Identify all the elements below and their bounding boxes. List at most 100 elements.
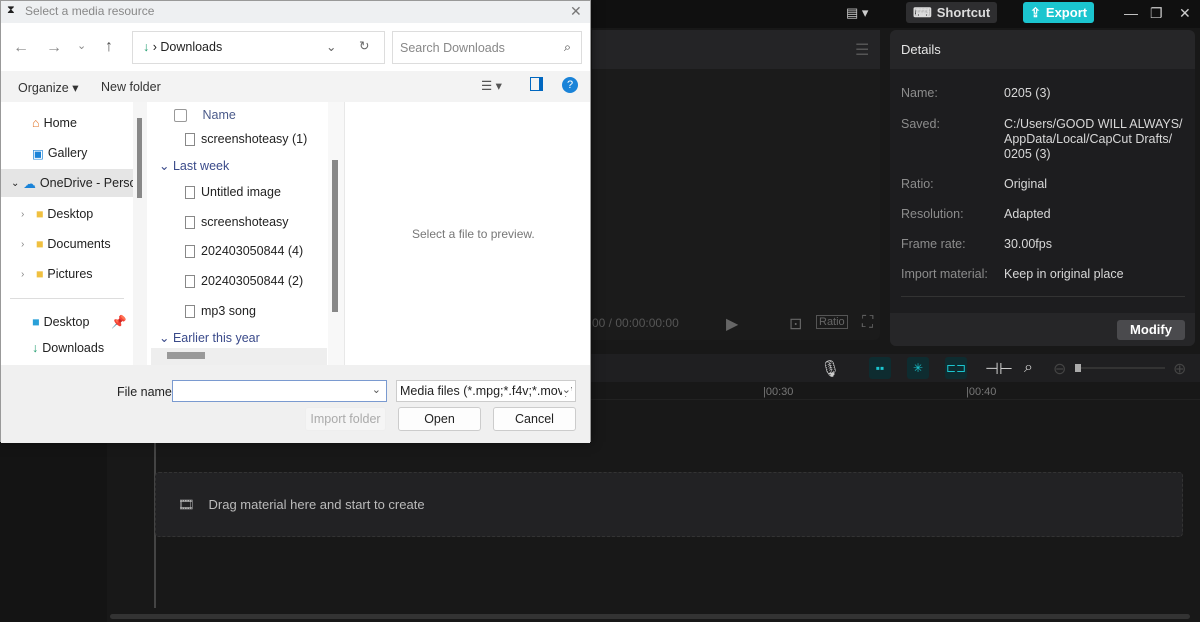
file-list-scrollbar[interactable] bbox=[328, 102, 344, 365]
nav-item-onedrive[interactable]: ⌄ ☁ OneDrive - Perso bbox=[1, 169, 133, 197]
export-button[interactable]: ⇪ Export bbox=[1023, 2, 1095, 23]
split-icon[interactable]: ⊣⊢ bbox=[985, 359, 1013, 379]
magnet-icon[interactable]: ▪▪ bbox=[869, 357, 891, 379]
file-list: Name screenshoteasy (1) ⌄ Last week Unti… bbox=[147, 102, 327, 365]
file-name-label: File name: bbox=[117, 385, 176, 399]
nav-item-quick-desktop[interactable]: ■ Desktop 📌 bbox=[32, 308, 127, 336]
divider bbox=[344, 102, 345, 365]
nav-item-documents[interactable]: › ■ Documents bbox=[21, 230, 111, 258]
zoom-in-icon[interactable]: ⊕ bbox=[1173, 359, 1186, 379]
ratio-button[interactable]: Ratio bbox=[816, 315, 848, 329]
minimize-button[interactable]: — bbox=[1124, 5, 1138, 21]
microphone-icon[interactable]: 🎙 bbox=[820, 359, 840, 379]
close-app-button[interactable]: ✕ bbox=[1179, 5, 1191, 22]
layout-icon[interactable]: ▤ ▾ bbox=[846, 5, 868, 21]
shortcut-button[interactable]: ⌨ Shortcut bbox=[906, 2, 998, 23]
list-item[interactable]: Untitled image bbox=[185, 185, 281, 199]
view-options-icon[interactable]: ☰ ▾ bbox=[481, 78, 502, 93]
close-dialog-button[interactable]: ✕ bbox=[570, 3, 582, 20]
chevron-down-icon[interactable]: ⌄ bbox=[326, 39, 336, 54]
open-button[interactable]: Open bbox=[398, 407, 481, 431]
refresh-icon[interactable]: ↻ bbox=[359, 38, 369, 53]
list-item[interactable]: 202403050844 (4) bbox=[185, 244, 303, 258]
auto-snap-icon[interactable]: ✳ bbox=[907, 357, 929, 379]
column-header-name[interactable]: Name bbox=[174, 108, 236, 122]
ruler-tick-label: |00:30 bbox=[763, 386, 794, 398]
list-item[interactable]: 202403050844 (2) bbox=[185, 274, 303, 288]
preview-axis-icon[interactable]: ⌕ bbox=[1024, 359, 1033, 377]
group-header[interactable]: ⌄ Last week bbox=[159, 158, 229, 173]
import-folder-button[interactable]: Import folder bbox=[305, 407, 386, 431]
timeline-drop-zone[interactable]: 🎞 Drag material here and start to create bbox=[155, 472, 1183, 537]
preview-pane-icon[interactable] bbox=[530, 77, 543, 91]
timecode: 00 / 00:00:00:00 bbox=[592, 316, 679, 330]
search-input[interactable]: Search Downloads ⌕ bbox=[392, 31, 582, 64]
up-button[interactable]: ↑ bbox=[105, 38, 113, 56]
image-file-icon bbox=[185, 215, 195, 229]
file-open-dialog: ⧗ Select a media resource ✕ ← → ⌄ ↑ ↓ › D… bbox=[0, 0, 591, 443]
nav-item-pictures[interactable]: › ■ Pictures bbox=[21, 260, 93, 288]
player-header bbox=[592, 30, 880, 69]
list-item[interactable]: screenshoteasy bbox=[185, 215, 289, 229]
timeline-scrollbar[interactable] bbox=[110, 614, 1190, 619]
list-item[interactable] bbox=[151, 348, 327, 365]
detail-row: Name: 0205 (3) bbox=[901, 86, 1051, 100]
zoom-fit-icon[interactable]: ⊡ bbox=[789, 314, 802, 334]
nav-item-quick-downloads[interactable]: ↓ Downloads bbox=[32, 334, 104, 362]
folder-icon: ■ bbox=[35, 267, 44, 281]
gallery-icon: ▣ bbox=[32, 146, 44, 161]
dialog-footer: File name: ⌄ Media files (*.mpg;*.f4v;*.… bbox=[1, 365, 590, 443]
file-name-input[interactable]: ⌄ bbox=[172, 380, 387, 402]
zoom-out-icon[interactable]: ⊖ bbox=[1053, 359, 1066, 379]
download-icon: ↓ bbox=[143, 40, 150, 54]
select-all-checkbox bbox=[174, 108, 187, 122]
image-file-icon bbox=[185, 185, 195, 199]
nav-item-gallery[interactable]: ▣ Gallery bbox=[32, 139, 87, 167]
cancel-button[interactable]: Cancel bbox=[493, 407, 576, 431]
link-icon[interactable]: ⊏⊐ bbox=[945, 357, 967, 379]
detail-row: Saved: C:/Users/GOOD WILL ALWAYS/ AppData… bbox=[901, 117, 1183, 161]
help-icon[interactable]: ? bbox=[562, 77, 578, 93]
nav-scrollbar[interactable] bbox=[133, 102, 147, 365]
nav-item-desktop[interactable]: › ■ Desktop bbox=[21, 200, 93, 228]
detail-row: Import material: Keep in original place bbox=[901, 267, 1124, 281]
organize-menu[interactable]: Organize ▾ bbox=[18, 80, 78, 95]
restore-button[interactable]: ❐ bbox=[1150, 5, 1163, 22]
preview-placeholder: Select a file to preview. bbox=[412, 227, 535, 241]
back-button[interactable]: ← bbox=[13, 39, 29, 57]
divider bbox=[901, 296, 1185, 297]
nav-item-home[interactable]: ⌂ Home bbox=[32, 109, 77, 137]
list-item[interactable]: mp3 song bbox=[185, 304, 256, 318]
keyboard-icon: ⌨ bbox=[913, 4, 932, 20]
details-panel: Details Name: 0205 (3) Saved: C:/Users/GOO… bbox=[890, 30, 1195, 346]
list-item[interactable]: screenshoteasy (1) bbox=[185, 132, 307, 146]
folder-icon: ■ bbox=[35, 207, 44, 221]
folder-icon: ■ bbox=[35, 237, 44, 251]
download-icon: ↓ bbox=[32, 341, 39, 355]
divider bbox=[10, 298, 124, 299]
modify-button[interactable]: Modify bbox=[1117, 320, 1185, 340]
ruler-tick-label: |00:40 bbox=[966, 386, 997, 398]
address-bar[interactable]: ↓ › Downloads ⌄ ↻ bbox=[132, 31, 385, 64]
home-icon: ⌂ bbox=[32, 116, 40, 130]
search-icon: ⌕ bbox=[563, 40, 571, 54]
play-button[interactable]: ▶ bbox=[726, 314, 738, 334]
zoom-slider[interactable] bbox=[1075, 364, 1165, 372]
pin-icon: 📌 bbox=[111, 314, 127, 329]
media-file-icon bbox=[185, 274, 195, 288]
command-bar: Organize ▾ New folder ☰ ▾ ? bbox=[1, 71, 590, 102]
image-file-icon bbox=[185, 132, 195, 146]
export-icon: ⇪ bbox=[1030, 4, 1041, 20]
forward-button[interactable]: → bbox=[46, 39, 62, 57]
detail-row: Resolution: Adapted bbox=[901, 207, 1051, 221]
film-icon: 🎞 bbox=[178, 496, 195, 512]
new-folder-button[interactable]: New folder bbox=[101, 80, 161, 94]
detail-row: Ratio: Original bbox=[901, 177, 1048, 191]
recent-locations-button[interactable]: ⌄ bbox=[77, 39, 86, 52]
file-type-select[interactable]: Media files (*.mpg;*.f4v;*.mov;* ⌄ bbox=[396, 380, 576, 402]
group-header[interactable]: ⌄ Earlier this year bbox=[159, 330, 260, 345]
media-file-icon bbox=[185, 244, 195, 258]
cloud-icon: ☁ bbox=[23, 176, 36, 191]
fullscreen-icon[interactable]: ⛶ bbox=[862, 314, 873, 332]
menu-icon[interactable]: ☰ bbox=[855, 40, 869, 60]
